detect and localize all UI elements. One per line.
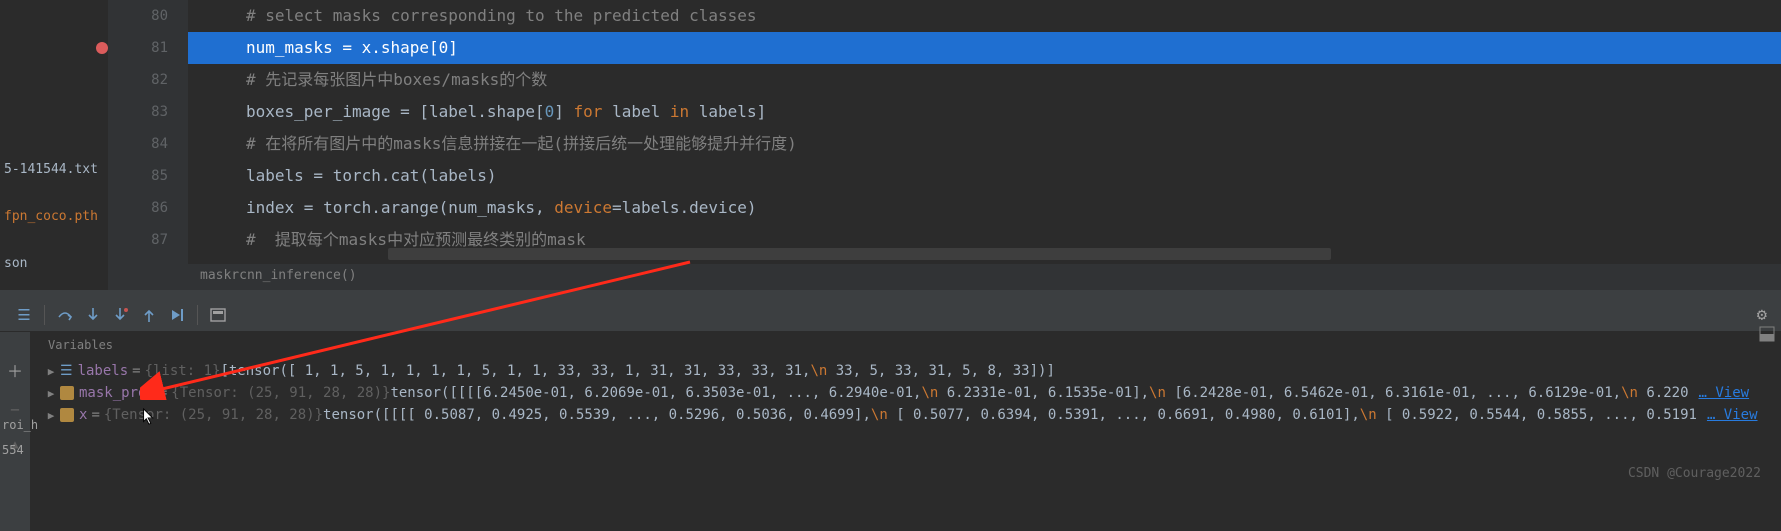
variables-panel: ＋ − ▲ Variables ▶ ☰ labels = {list: 1} [… [0,332,1781,531]
view-link[interactable]: … View [1699,385,1750,401]
side-label: roi_h [2,418,38,432]
horizontal-scrollbar[interactable] [388,248,1331,260]
breakpoint-icon[interactable] [96,42,108,54]
chevron-right-icon[interactable]: ▶ [42,409,60,422]
line-number[interactable]: 82 [108,64,168,96]
variable-row-x[interactable]: ▶ x = {Tensor: (25, 91, 28, 28)} tensor(… [42,404,1769,426]
tensor-icon [60,408,74,422]
variable-type: {list: 1} [145,363,221,379]
line-number[interactable]: 84 [108,128,168,160]
step-into-icon[interactable] [79,301,107,329]
settings-icon[interactable]: ⚙ [1757,305,1767,325]
code-text: boxes_per_image = [label.shape[ [246,102,545,121]
code-text: index = torch.arange(num_masks, [246,198,554,217]
variable-type: {Tensor: (25, 91, 28, 28)} [171,385,390,401]
remove-watch-icon[interactable]: − [10,400,20,419]
variable-type: {Tensor: (25, 91, 28, 28)} [104,407,323,423]
chevron-right-icon[interactable]: ▶ [42,387,60,400]
line-number[interactable]: 83 [108,96,168,128]
layout-icon[interactable] [1757,324,1777,344]
mouse-cursor-icon [142,408,156,426]
line-number[interactable]: 85 [108,160,168,192]
file-tree-item[interactable]: 5-141544.txt [4,162,104,177]
tensor-icon [60,386,74,400]
variable-name: x [79,407,87,423]
list-icon: ☰ [60,363,73,379]
code-text: # select masks corresponding to the pred… [246,6,757,25]
variable-name: labels [78,363,129,379]
project-file-tree[interactable]: 5-141544.txt fpn_coco.pth son [0,0,108,290]
chevron-right-icon[interactable]: ▶ [42,365,60,378]
watermark-text: CSDN @Courage2022 [1628,466,1761,481]
force-step-into-icon[interactable] [107,301,135,329]
code-text: # 提取每个masks中对应预测最终类别的mask [246,230,586,249]
line-number[interactable]: 80 [108,0,168,32]
step-out-icon[interactable] [135,301,163,329]
variable-name: mask_prob [79,385,155,401]
variable-value: tensor([[[[ 0.5087, 0.4925, 0.5539, ...,… [323,407,1697,423]
view-link[interactable]: … View [1707,407,1758,423]
file-tree-item[interactable]: fpn_coco.pth [4,209,104,224]
variables-title: Variables [42,338,1769,352]
evaluate-expression-icon[interactable] [204,301,232,329]
add-watch-icon[interactable]: ＋ [7,358,23,382]
side-label: 554 [2,443,24,457]
debug-toolbar: ☰ ⚙ [0,298,1781,332]
line-number[interactable]: 87 [108,224,168,256]
current-execution-line: num_masks = x.shape[0] [188,32,1781,64]
panel-splitter[interactable] [0,290,1781,298]
line-number[interactable]: 86 [108,192,168,224]
variable-row-mask-prob[interactable]: ▶ mask_prob = {Tensor: (25, 91, 28, 28)}… [42,382,1769,404]
editor-gutter: 80 81 82 83 84 85 86 87 [108,0,188,290]
run-to-cursor-icon[interactable] [163,301,191,329]
variable-row-labels[interactable]: ▶ ☰ labels = {list: 1} [tensor([ 1, 1, 5… [42,360,1769,382]
code-text: labels = torch.cat(labels) [246,166,496,185]
variable-value: [tensor([ 1, 1, 5, 1, 1, 1, 1, 5, 1, 1, … [220,363,1054,379]
variable-value: tensor([[[[6.2450e-01, 6.2069e-01, 6.350… [390,385,1688,401]
breadcrumb[interactable]: maskrcnn_inference() [188,264,1781,290]
code-text: # 先记录每张图片中boxes/masks的个数 [246,70,547,89]
line-number[interactable]: 81 [108,32,168,64]
step-over-icon[interactable] [51,301,79,329]
frames-icon[interactable]: ☰ [10,301,38,329]
code-editor[interactable]: 80 81 82 83 84 85 86 87 # select masks c… [108,0,1781,290]
file-tree-item[interactable]: son [4,256,104,271]
code-text: # 在将所有图片中的masks信息拼接在一起(拼接后统一处理能够提升并行度) [246,134,797,153]
code-area[interactable]: # select masks corresponding to the pred… [188,0,1781,290]
